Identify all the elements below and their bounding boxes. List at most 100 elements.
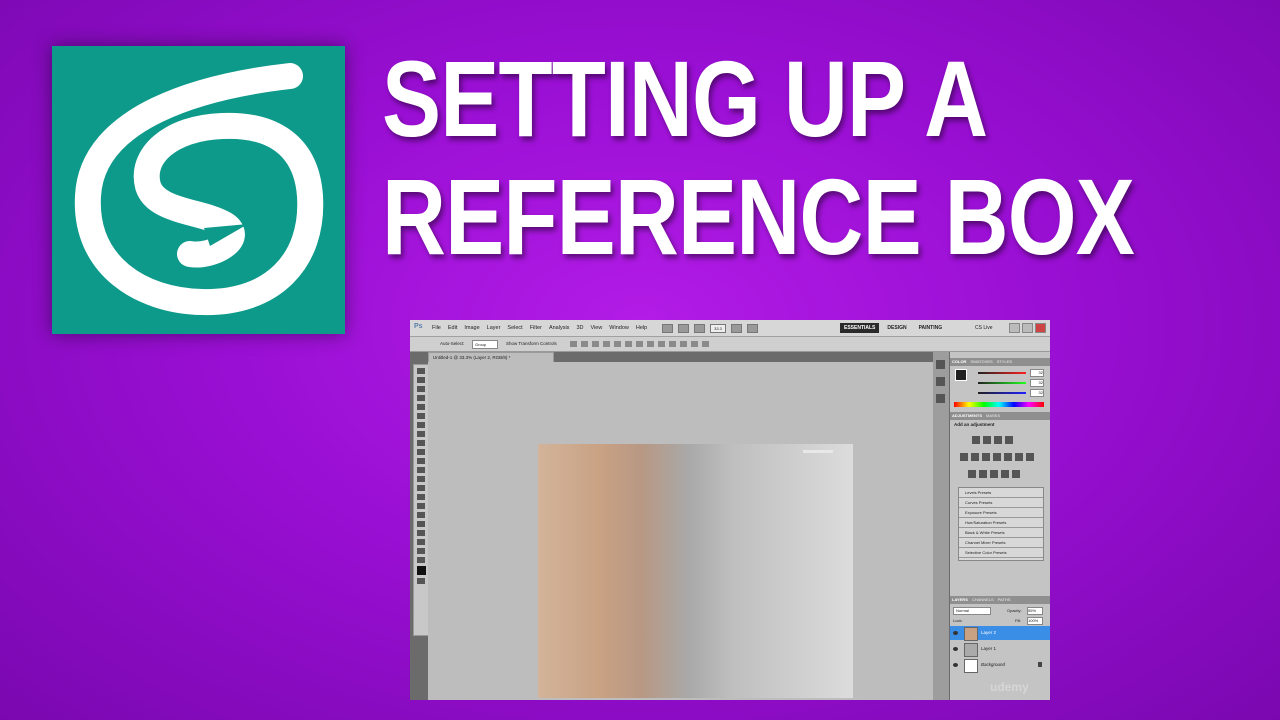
menu-window[interactable]: Window (609, 325, 629, 331)
menu-image[interactable]: Image (464, 325, 479, 331)
workspace-essentials[interactable]: ESSENTIALS (840, 323, 880, 333)
menu-view[interactable]: View (590, 325, 602, 331)
menu-edit[interactable]: Edit (448, 325, 457, 331)
layer-row-layer-1[interactable]: Layer 1 (950, 642, 1050, 657)
move-tool-icon[interactable] (417, 368, 425, 374)
preset-item[interactable]: Selective Color Presets (959, 548, 1043, 558)
visibility-eye-icon[interactable] (953, 663, 958, 667)
workspace-painting[interactable]: PAINTING (915, 323, 947, 333)
dodge-tool-icon[interactable] (417, 485, 425, 491)
hand-tool-icon[interactable] (417, 548, 425, 554)
invert-adjust-icon[interactable] (1012, 470, 1020, 478)
type-tool-icon[interactable] (417, 503, 425, 509)
shape-tool-icon[interactable] (417, 521, 425, 527)
blue-slider[interactable] (978, 392, 1026, 394)
curves-icon[interactable] (994, 436, 1002, 444)
eraser-tool-icon[interactable] (417, 458, 425, 464)
tab-masks[interactable]: MASKS (986, 412, 1000, 420)
color-balance-icon[interactable] (982, 453, 990, 461)
distribute-bottom-icon[interactable] (658, 341, 665, 347)
align-top-icon[interactable] (570, 341, 577, 347)
gradient-tool-icon[interactable] (417, 467, 425, 473)
layer-row-background[interactable]: Background (950, 658, 1050, 673)
stamp-tool-icon[interactable] (417, 440, 425, 446)
show-transform-checkbox[interactable]: Show Transform Controls (506, 341, 557, 346)
hue-saturation-icon[interactable] (971, 453, 979, 461)
visibility-eye-icon[interactable] (953, 647, 958, 651)
fill-field[interactable]: 100% (1027, 617, 1043, 625)
blend-mode-dropdown[interactable]: Normal (953, 607, 991, 615)
menu-select[interactable]: Select (507, 325, 522, 331)
black-white-icon[interactable] (993, 453, 1001, 461)
screen-mode-icon[interactable] (747, 324, 758, 333)
lasso-tool-icon[interactable] (417, 386, 425, 392)
menu-help[interactable]: Help (636, 325, 647, 331)
workspace-design[interactable]: DESIGN (883, 323, 910, 333)
tab-paths[interactable]: PATHS (998, 596, 1011, 604)
gradient-map-icon[interactable] (990, 470, 998, 478)
channel-mixer-icon[interactable] (1015, 453, 1023, 461)
close-icon[interactable] (1035, 323, 1046, 333)
preset-item[interactable]: Hue/Saturation Presets (959, 518, 1043, 528)
path-select-tool-icon[interactable] (417, 512, 425, 518)
tab-styles[interactable]: STYLES (997, 358, 1012, 366)
menu-layer[interactable]: Layer (487, 325, 501, 331)
extras-icon[interactable] (694, 324, 705, 333)
minimize-icon[interactable] (1009, 323, 1020, 333)
align-left-icon[interactable] (603, 341, 610, 347)
crop-tool-icon[interactable] (417, 404, 425, 410)
photo-filter-icon[interactable] (1004, 453, 1012, 461)
preset-item[interactable]: Curves Presets (959, 498, 1043, 508)
tab-layers[interactable]: LAYERS (952, 596, 968, 604)
auto-align-icon[interactable] (702, 341, 709, 347)
3d-orbit-tool-icon[interactable] (417, 539, 425, 545)
posterize-icon[interactable] (968, 470, 976, 478)
align-bottom-icon[interactable] (592, 341, 599, 347)
marquee-tool-icon[interactable] (417, 377, 425, 383)
maximize-icon[interactable] (1022, 323, 1033, 333)
tab-adjustments[interactable]: ADJUSTMENTS (952, 412, 982, 420)
preset-item[interactable]: Levels Presets (959, 488, 1043, 498)
red-slider[interactable] (978, 372, 1026, 374)
zoom-tool-icon[interactable] (417, 557, 425, 563)
brightness-icon[interactable] (972, 436, 980, 444)
auto-select-checkbox[interactable]: Auto-Select: (440, 341, 465, 346)
vibrance-icon[interactable] (960, 453, 968, 461)
menu-file[interactable]: File (432, 325, 441, 331)
selective-color-icon[interactable] (1001, 470, 1009, 478)
healing-tool-icon[interactable] (417, 422, 425, 428)
brushes-panel-icon[interactable] (936, 394, 945, 403)
preset-item[interactable]: Exposure Presets (959, 508, 1043, 518)
align-hcenter-icon[interactable] (614, 341, 621, 347)
history-panel-icon[interactable] (936, 360, 945, 369)
red-value[interactable]: 32 (1030, 369, 1044, 377)
threshold-icon[interactable] (979, 470, 987, 478)
preset-item[interactable]: Channel Mixer Presets (959, 538, 1043, 548)
cs-live-button[interactable]: CS Live (975, 325, 993, 331)
levels-icon[interactable] (983, 436, 991, 444)
brush-tool-icon[interactable] (417, 431, 425, 437)
exposure-icon[interactable] (1005, 436, 1013, 444)
color-swatch[interactable] (955, 369, 967, 381)
invert-icon[interactable] (1026, 453, 1034, 461)
distribute-left-icon[interactable] (669, 341, 676, 347)
distribute-right-icon[interactable] (691, 341, 698, 347)
quick-mask-icon[interactable] (417, 578, 425, 584)
tab-channels[interactable]: CHANNELS (972, 596, 994, 604)
blur-tool-icon[interactable] (417, 476, 425, 482)
layer-row-layer-2[interactable]: Layer 2 (950, 626, 1050, 641)
align-right-icon[interactable] (625, 341, 632, 347)
history-brush-tool-icon[interactable] (417, 449, 425, 455)
arrange-icon[interactable] (731, 324, 742, 333)
green-value[interactable]: 32 (1030, 379, 1044, 387)
tab-color[interactable]: COLOR (952, 358, 966, 366)
minibridge-icon[interactable] (678, 324, 689, 333)
preset-item[interactable]: Black & White Presets (959, 528, 1043, 538)
distribute-top-icon[interactable] (636, 341, 643, 347)
visibility-eye-icon[interactable] (953, 631, 958, 635)
quick-select-tool-icon[interactable] (417, 395, 425, 401)
menu-analysis[interactable]: Analysis (549, 325, 569, 331)
canvas-area[interactable] (428, 362, 948, 700)
tab-swatches[interactable]: SWATCHES (970, 358, 992, 366)
opacity-field[interactable]: 55% (1027, 607, 1043, 615)
